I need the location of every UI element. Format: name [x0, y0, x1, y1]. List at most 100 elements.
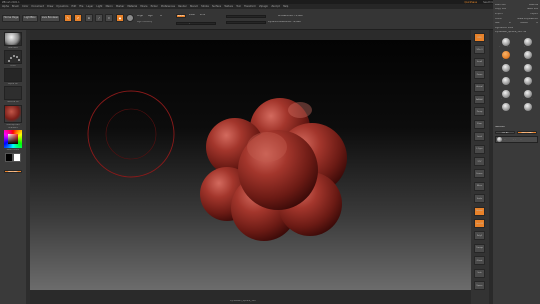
alpha-selector[interactable]: [4, 68, 22, 82]
menu-item[interactable]: Alpha: [2, 5, 9, 8]
menu-item[interactable]: Brush: [12, 5, 19, 8]
stroke-selector[interactable]: [4, 50, 22, 64]
tool-menu-button[interactable]: Make PolyMesh3D: [517, 18, 538, 20]
rgb-intensity-label[interactable]: Rgb Intensity: [137, 21, 152, 23]
shelf-button[interactable]: Persp: [474, 107, 485, 117]
tool-menu-button[interactable]: Clone: [495, 18, 502, 20]
edit-mode-button[interactable]: ✎: [64, 14, 72, 22]
shelf-button[interactable]: Actual: [474, 82, 485, 92]
menu-item[interactable]: Zscript: [271, 5, 279, 8]
material-selector[interactable]: [4, 105, 22, 123]
secondary-color-swatch[interactable]: [13, 153, 21, 162]
shelf-button[interactable]: XYZ: [474, 157, 485, 166]
menu-item[interactable]: Transform: [244, 5, 256, 8]
menu-item[interactable]: Layer: [87, 5, 94, 8]
m-toggle[interactable]: M: [160, 15, 162, 17]
menu-item[interactable]: Zplugin: [259, 5, 268, 8]
shelf-button[interactable]: Xpose: [474, 281, 485, 290]
focal-shift-slider[interactable]: Focal Shift 0: [226, 15, 266, 18]
alternate-color-button[interactable]: Alternate: [4, 170, 22, 173]
brush-selector[interactable]: [4, 32, 22, 46]
main-color-swatch[interactable]: [5, 153, 13, 162]
shelf-button[interactable]: Floor: [474, 119, 485, 129]
menu-item[interactable]: Picker: [151, 5, 158, 8]
menu-item[interactable]: Preferences: [161, 5, 175, 8]
shelf-button[interactable]: Ghost: [474, 256, 485, 266]
lightbox-button[interactable]: LightBox: [22, 15, 38, 22]
menu-item[interactable]: Document: [32, 5, 44, 8]
shelf-button[interactable]: Zoom: [474, 70, 485, 80]
shelf-button[interactable]: SPix 3: [474, 45, 485, 55]
menu-item[interactable]: Render: [178, 5, 187, 8]
rgb-toggle[interactable]: Rgb: [148, 15, 153, 17]
tool-thumbnail[interactable]: Cylinder3D: [518, 38, 538, 50]
tool-menu-button[interactable]: All: [509, 22, 512, 24]
menu-item[interactable]: Material: [127, 5, 137, 8]
live-boolean-button[interactable]: Live Boolean: [40, 15, 60, 22]
mrgb-toggle[interactable]: Mrgb: [137, 15, 143, 17]
menu-item[interactable]: Stroke: [201, 5, 209, 8]
menu-item[interactable]: Marker: [116, 5, 124, 8]
scale-mode-button[interactable]: ⤢: [95, 14, 103, 22]
texture-selector[interactable]: [4, 86, 22, 100]
rgb-sphere-button[interactable]: [126, 14, 134, 22]
tool-thumbnail[interactable]: DynaMesh_Sphere: [496, 38, 516, 50]
dynamesh-sphere-mesh[interactable]: [200, 98, 347, 241]
shelf-button[interactable]: Scale: [474, 194, 485, 204]
shelf-button[interactable]: Line Fill: [474, 219, 485, 228]
tool-thumbnail[interactable]: Cube3D: [518, 64, 538, 76]
dynamic-toggle[interactable]: Dynamic: [268, 21, 278, 23]
shelf-button[interactable]: Solo: [474, 268, 485, 278]
new-folder-button[interactable]: New Folder: [517, 131, 537, 134]
tool-menu-button[interactable]: Lightbox ▸ Tools: [495, 27, 513, 29]
tool-menu-button[interactable]: GoZ: [495, 22, 500, 24]
tool-menu-button[interactable]: DynaMesh_Sphere_128. 48: [495, 31, 526, 33]
shelf-button[interactable]: AAHalf: [474, 95, 485, 104]
tool-menu-button[interactable]: R: [536, 22, 538, 24]
menu-item[interactable]: Draw: [47, 5, 53, 8]
shelf-button[interactable]: L.Sym: [474, 144, 485, 154]
switch-color-label[interactable]: SwitchColor: [0, 149, 26, 151]
list-all-button[interactable]: List All: [495, 131, 515, 134]
menu-item[interactable]: Movie: [140, 5, 147, 8]
zadd-button[interactable]: Zadd: [176, 14, 186, 18]
document-canvas[interactable]: [30, 40, 471, 290]
tool-menu-button[interactable]: Load Tool: [495, 4, 506, 6]
menu-item[interactable]: File: [79, 5, 83, 8]
tool-thumbnail[interactable]: Sphere3D: [496, 64, 516, 76]
menu-item[interactable]: Color: [22, 5, 28, 8]
zcut-button[interactable]: Zcut: [200, 14, 205, 16]
shelf-button[interactable]: Frame: [474, 169, 485, 179]
tool-menu-button[interactable]: Save As: [529, 4, 538, 6]
z-intensity-slider[interactable]: Z Intensity 25: [176, 22, 216, 25]
tool-thumbnail[interactable]: Plane3D: [496, 103, 516, 115]
draw-size-slider[interactable]: Draw Size 64: [226, 21, 266, 24]
tool-thumbnail[interactable]: Ring3D: [518, 77, 538, 89]
menu-item[interactable]: Macro: [106, 5, 113, 8]
material-sphere-button[interactable]: ●: [116, 14, 124, 22]
shelf-button[interactable]: PolyF: [474, 231, 485, 241]
tool-menu-button[interactable]: Import: [495, 13, 503, 15]
subtool-item[interactable]: DynaMesh_Sphere_128: [495, 136, 538, 143]
shelf-button[interactable]: Transp: [474, 243, 485, 253]
tool-menu-button[interactable]: Copy Tool: [495, 8, 506, 10]
menu-item[interactable]: Help: [283, 5, 288, 8]
shelf-button[interactable]: BPR: [474, 33, 485, 42]
color-saturation-square[interactable]: [8, 134, 18, 144]
menu-item[interactable]: Texture: [224, 5, 233, 8]
rotate-mode-button[interactable]: ⟳: [105, 14, 113, 22]
tool-menu-button[interactable]: Export: [530, 13, 538, 15]
subtool-header[interactable]: Subtool: [495, 126, 505, 129]
menu-item[interactable]: Surface: [212, 5, 221, 8]
tool-thumbnail[interactable]: SimpleBrush: [518, 51, 538, 63]
tool-thumbnail[interactable]: SphereInflate: [496, 90, 516, 102]
home-page-button[interactable]: Home Page: [2, 15, 20, 22]
menu-item[interactable]: Light: [96, 5, 102, 8]
tool-thumbnail[interactable]: Terrain3D: [518, 103, 538, 115]
color-picker[interactable]: [4, 130, 22, 148]
menu-item[interactable]: Dynamics: [57, 5, 69, 8]
zsub-button[interactable]: Zsub: [189, 14, 195, 16]
menu-item[interactable]: Edit: [72, 5, 77, 8]
tool-thumbnail[interactable]: PolyMesh3D: [496, 51, 516, 63]
shelf-button[interactable]: Move: [474, 181, 485, 191]
